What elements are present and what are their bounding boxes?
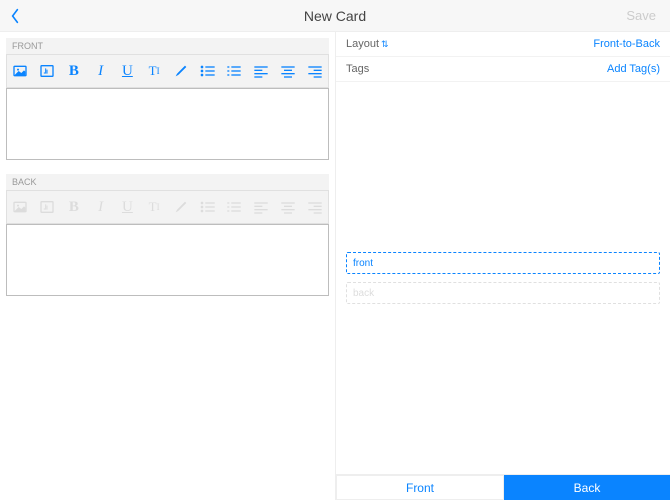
tags-value[interactable]: Add Tag(s) xyxy=(607,63,660,75)
page-title: New Card xyxy=(304,8,366,24)
align-center-icon[interactable] xyxy=(279,61,298,81)
back-toolbar: B I U TI xyxy=(6,190,329,224)
tab-back[interactable]: Back xyxy=(504,475,670,500)
align-left-icon[interactable] xyxy=(252,197,271,217)
align-right-icon[interactable] xyxy=(305,61,324,81)
italic-button[interactable]: I xyxy=(91,197,110,217)
bullet-list-icon[interactable] xyxy=(198,197,217,217)
image-icon[interactable] xyxy=(11,61,30,81)
layout-row[interactable]: Layout⇅ Front-to-Back xyxy=(336,32,670,57)
tab-front[interactable]: Front xyxy=(336,475,504,500)
tags-label: Tags xyxy=(346,63,369,75)
right-pane: Layout⇅ Front-to-Back Tags Add Tag(s) fr… xyxy=(335,32,670,500)
back-button[interactable] xyxy=(0,0,30,31)
front-toolbar: B I U TI xyxy=(6,54,329,88)
align-left-icon[interactable] xyxy=(252,61,271,81)
back-editor[interactable] xyxy=(6,224,329,296)
bullet-list-icon[interactable] xyxy=(198,61,217,81)
back-label: BACK xyxy=(6,174,329,190)
left-pane: FRONT B I U TI xyxy=(0,32,335,500)
tags-row[interactable]: Tags Add Tag(s) xyxy=(336,57,670,82)
top-bar: New Card Save xyxy=(0,0,670,32)
brush-icon[interactable] xyxy=(172,197,191,217)
back-section: BACK B I U TI xyxy=(6,174,329,296)
bold-button[interactable]: B xyxy=(65,197,84,217)
text-style-button[interactable]: TI xyxy=(145,61,164,81)
image-icon[interactable] xyxy=(11,197,30,217)
text-style-button[interactable]: TI xyxy=(145,197,164,217)
bold-button[interactable]: B xyxy=(65,61,84,81)
preview-tabs: Front Back xyxy=(336,474,670,500)
underline-button[interactable]: U xyxy=(118,61,137,81)
preview-back[interactable]: back xyxy=(346,282,660,304)
align-center-icon[interactable] xyxy=(279,197,298,217)
preview-area: front back xyxy=(336,82,670,474)
number-list-icon[interactable] xyxy=(225,61,244,81)
preview-front[interactable]: front xyxy=(346,252,660,274)
brush-icon[interactable] xyxy=(172,61,191,81)
front-editor[interactable] xyxy=(6,88,329,160)
save-button[interactable]: Save xyxy=(626,8,656,23)
audio-icon[interactable] xyxy=(38,197,57,217)
front-label: FRONT xyxy=(6,38,329,54)
sort-icon: ⇅ xyxy=(381,39,389,49)
audio-icon[interactable] xyxy=(38,61,57,81)
align-right-icon[interactable] xyxy=(305,197,324,217)
italic-button[interactable]: I xyxy=(91,61,110,81)
layout-value[interactable]: Front-to-Back xyxy=(593,38,660,50)
layout-label: Layout⇅ xyxy=(346,38,389,50)
main-split: FRONT B I U TI xyxy=(0,32,670,500)
number-list-icon[interactable] xyxy=(225,197,244,217)
underline-button[interactable]: U xyxy=(118,197,137,217)
front-section: FRONT B I U TI xyxy=(6,38,329,160)
